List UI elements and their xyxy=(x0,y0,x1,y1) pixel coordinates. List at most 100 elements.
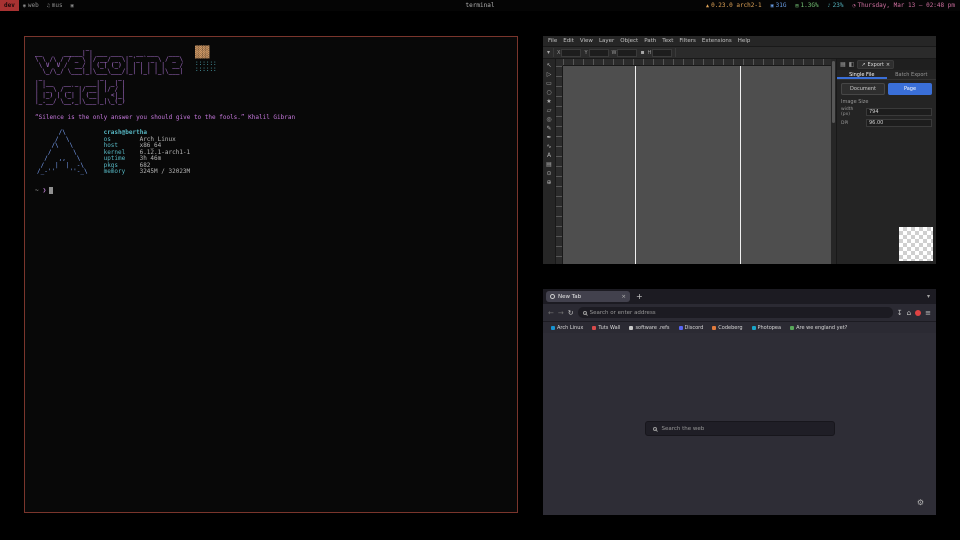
search-icon xyxy=(653,427,657,431)
bookmark-label: Codeberg xyxy=(718,325,742,331)
toolbar-separator xyxy=(675,48,676,57)
menu-layer[interactable]: Layer xyxy=(599,38,614,44)
pen-tool-icon[interactable]: ✒ xyxy=(546,134,551,141)
bookmark-are-we-england-yet[interactable]: Are we england yet? xyxy=(790,325,847,331)
vertical-ruler[interactable] xyxy=(556,66,563,264)
menu-view[interactable]: View xyxy=(580,38,593,44)
workspace-mus[interactable]: ♫ mus xyxy=(43,0,67,11)
bookmark-arch-linux[interactable]: Arch Linux xyxy=(551,325,583,331)
forward-icon[interactable]: → xyxy=(558,309,564,317)
text-tool-icon[interactable]: A xyxy=(547,152,551,159)
export-target-buttons: Document Page xyxy=(837,80,936,97)
menu-path[interactable]: Path xyxy=(644,38,656,44)
objects-dialog-icon[interactable]: ◧ xyxy=(849,61,855,68)
scrollbar-handle[interactable] xyxy=(832,61,835,123)
node-editor-tool-icon[interactable]: ▷ xyxy=(547,71,552,78)
menu-filters[interactable]: Filters xyxy=(679,38,696,44)
bookmark-label: Discord xyxy=(685,325,704,331)
export-dialog-tab[interactable]: ↗ Export × xyxy=(857,60,894,69)
menu-text[interactable]: Text xyxy=(662,38,673,44)
bookmark-software-refs[interactable]: software .refs xyxy=(629,325,669,331)
clock-icon: ◔ xyxy=(852,3,855,9)
search-placeholder: Search the web xyxy=(662,426,705,432)
canvas-area[interactable] xyxy=(556,59,831,264)
globe-icon xyxy=(550,294,555,299)
spiral-tool-icon[interactable]: ◎ xyxy=(546,116,551,123)
disk-text: 31G xyxy=(776,2,787,9)
zoom-tool-icon[interactable]: ⊕ xyxy=(546,179,551,186)
layout-indicator[interactable]: ▣ xyxy=(67,0,78,11)
volume-text: 23% xyxy=(833,2,844,9)
reload-icon[interactable]: ↻ xyxy=(568,309,574,317)
calligraphy-tool-icon[interactable]: ∿ xyxy=(546,143,551,150)
tab-new-tab[interactable]: New Tab × xyxy=(546,291,630,302)
tab-single-file[interactable]: Single File xyxy=(837,70,887,79)
back-icon[interactable]: ← xyxy=(548,309,554,317)
ruler-corner xyxy=(556,59,563,66)
w-input[interactable] xyxy=(617,49,637,57)
datetime-text: Thursday, Mar 13 — 02:48 pm xyxy=(857,2,955,9)
address-bar[interactable]: Search or enter address xyxy=(578,307,893,318)
menu-edit[interactable]: Edit xyxy=(563,38,574,44)
dock-tab-strip: ▦ ◧ ↗ Export × xyxy=(837,59,936,70)
home-icon[interactable]: ⌂ xyxy=(907,309,911,317)
width-input[interactable]: 794 xyxy=(866,108,932,116)
x-label: X xyxy=(557,50,560,56)
selector-tool-icon[interactable]: ↖ xyxy=(546,62,551,69)
x-input[interactable] xyxy=(561,49,581,57)
memory-text: 1.3G% xyxy=(801,2,819,9)
tab-batch-export[interactable]: Batch Export xyxy=(887,70,937,79)
prompt-path: ~ xyxy=(35,187,39,194)
menu-help[interactable]: Help xyxy=(738,38,751,44)
page-button[interactable]: Page xyxy=(888,83,932,95)
terminal-window[interactable]: _ __ _____| | ___ ___ _ __ ___ ___ \ \ /… xyxy=(24,36,518,513)
w-field[interactable]: W xyxy=(612,49,638,57)
star-tool-icon[interactable]: ★ xyxy=(546,98,551,105)
new-tab-button[interactable]: + xyxy=(633,292,646,301)
close-icon[interactable]: × xyxy=(886,62,890,68)
page-guide-left[interactable] xyxy=(635,66,636,264)
gradient-tool-icon[interactable]: ▤ xyxy=(546,161,552,168)
menu-extensions[interactable]: Extensions xyxy=(702,38,732,44)
selection-dropdown-icon[interactable]: ▾ xyxy=(547,50,550,56)
menu-icon[interactable]: ≡ xyxy=(925,309,931,317)
bookmark-photopea[interactable]: Photopea xyxy=(752,325,782,331)
bookmark-codeberg[interactable]: Codeberg xyxy=(712,325,742,331)
swatches-dialog-icon[interactable]: ▦ xyxy=(840,61,846,68)
workspace-web[interactable]: ◉ web xyxy=(19,0,43,11)
volume-module: ♪ 23% xyxy=(828,2,844,9)
drawing-canvas[interactable] xyxy=(563,66,831,264)
bookmark-favicon xyxy=(629,326,633,330)
status-bar: dev ◉ web ♫ mus ▣ terminal ▲ 0.23.0 arch… xyxy=(0,0,960,11)
horizontal-ruler[interactable] xyxy=(563,59,831,66)
gear-icon[interactable]: ⚙ xyxy=(917,498,924,507)
list-tabs-icon[interactable]: ▾ xyxy=(927,293,933,300)
extension-record-icon[interactable] xyxy=(915,310,921,316)
menu-file[interactable]: File xyxy=(548,38,557,44)
bookmark-discord[interactable]: Discord xyxy=(679,325,704,331)
box3d-tool-icon[interactable]: ▱ xyxy=(547,107,552,114)
workspace-mus-label: mus xyxy=(52,2,63,9)
rectangle-tool-icon[interactable]: ▭ xyxy=(546,80,552,87)
shell-prompt[interactable]: ~❯ xyxy=(25,176,517,194)
fetch-info: crash@bertha osArch Linux hostx86_64 ker… xyxy=(104,130,191,176)
tab-close-icon[interactable]: × xyxy=(621,294,626,300)
ellipse-tool-icon[interactable]: ○ xyxy=(546,89,551,96)
h-input[interactable] xyxy=(652,49,672,57)
bookmark-label: Are we england yet? xyxy=(796,325,847,331)
x-field[interactable]: X xyxy=(557,49,581,57)
web-search-input[interactable]: Search the web xyxy=(645,421,835,436)
document-button[interactable]: Document xyxy=(841,83,885,95)
dpi-input[interactable]: 96.00 xyxy=(866,119,932,127)
h-field[interactable]: H xyxy=(648,49,673,57)
menu-object[interactable]: Object xyxy=(620,38,638,44)
y-input[interactable] xyxy=(589,49,609,57)
downloads-icon[interactable]: ↧ xyxy=(897,309,903,317)
bookmark-tuts-wall[interactable]: Tuts Wall xyxy=(592,325,620,331)
pencil-tool-icon[interactable]: ✎ xyxy=(546,125,551,132)
y-field[interactable]: Y xyxy=(584,49,608,57)
workspace-dev[interactable]: dev xyxy=(0,0,19,11)
page-guide-right[interactable] xyxy=(740,66,741,264)
dropper-tool-icon[interactable]: ⊙ xyxy=(546,170,551,177)
lock-ratio-icon[interactable]: ▪ xyxy=(640,50,644,56)
